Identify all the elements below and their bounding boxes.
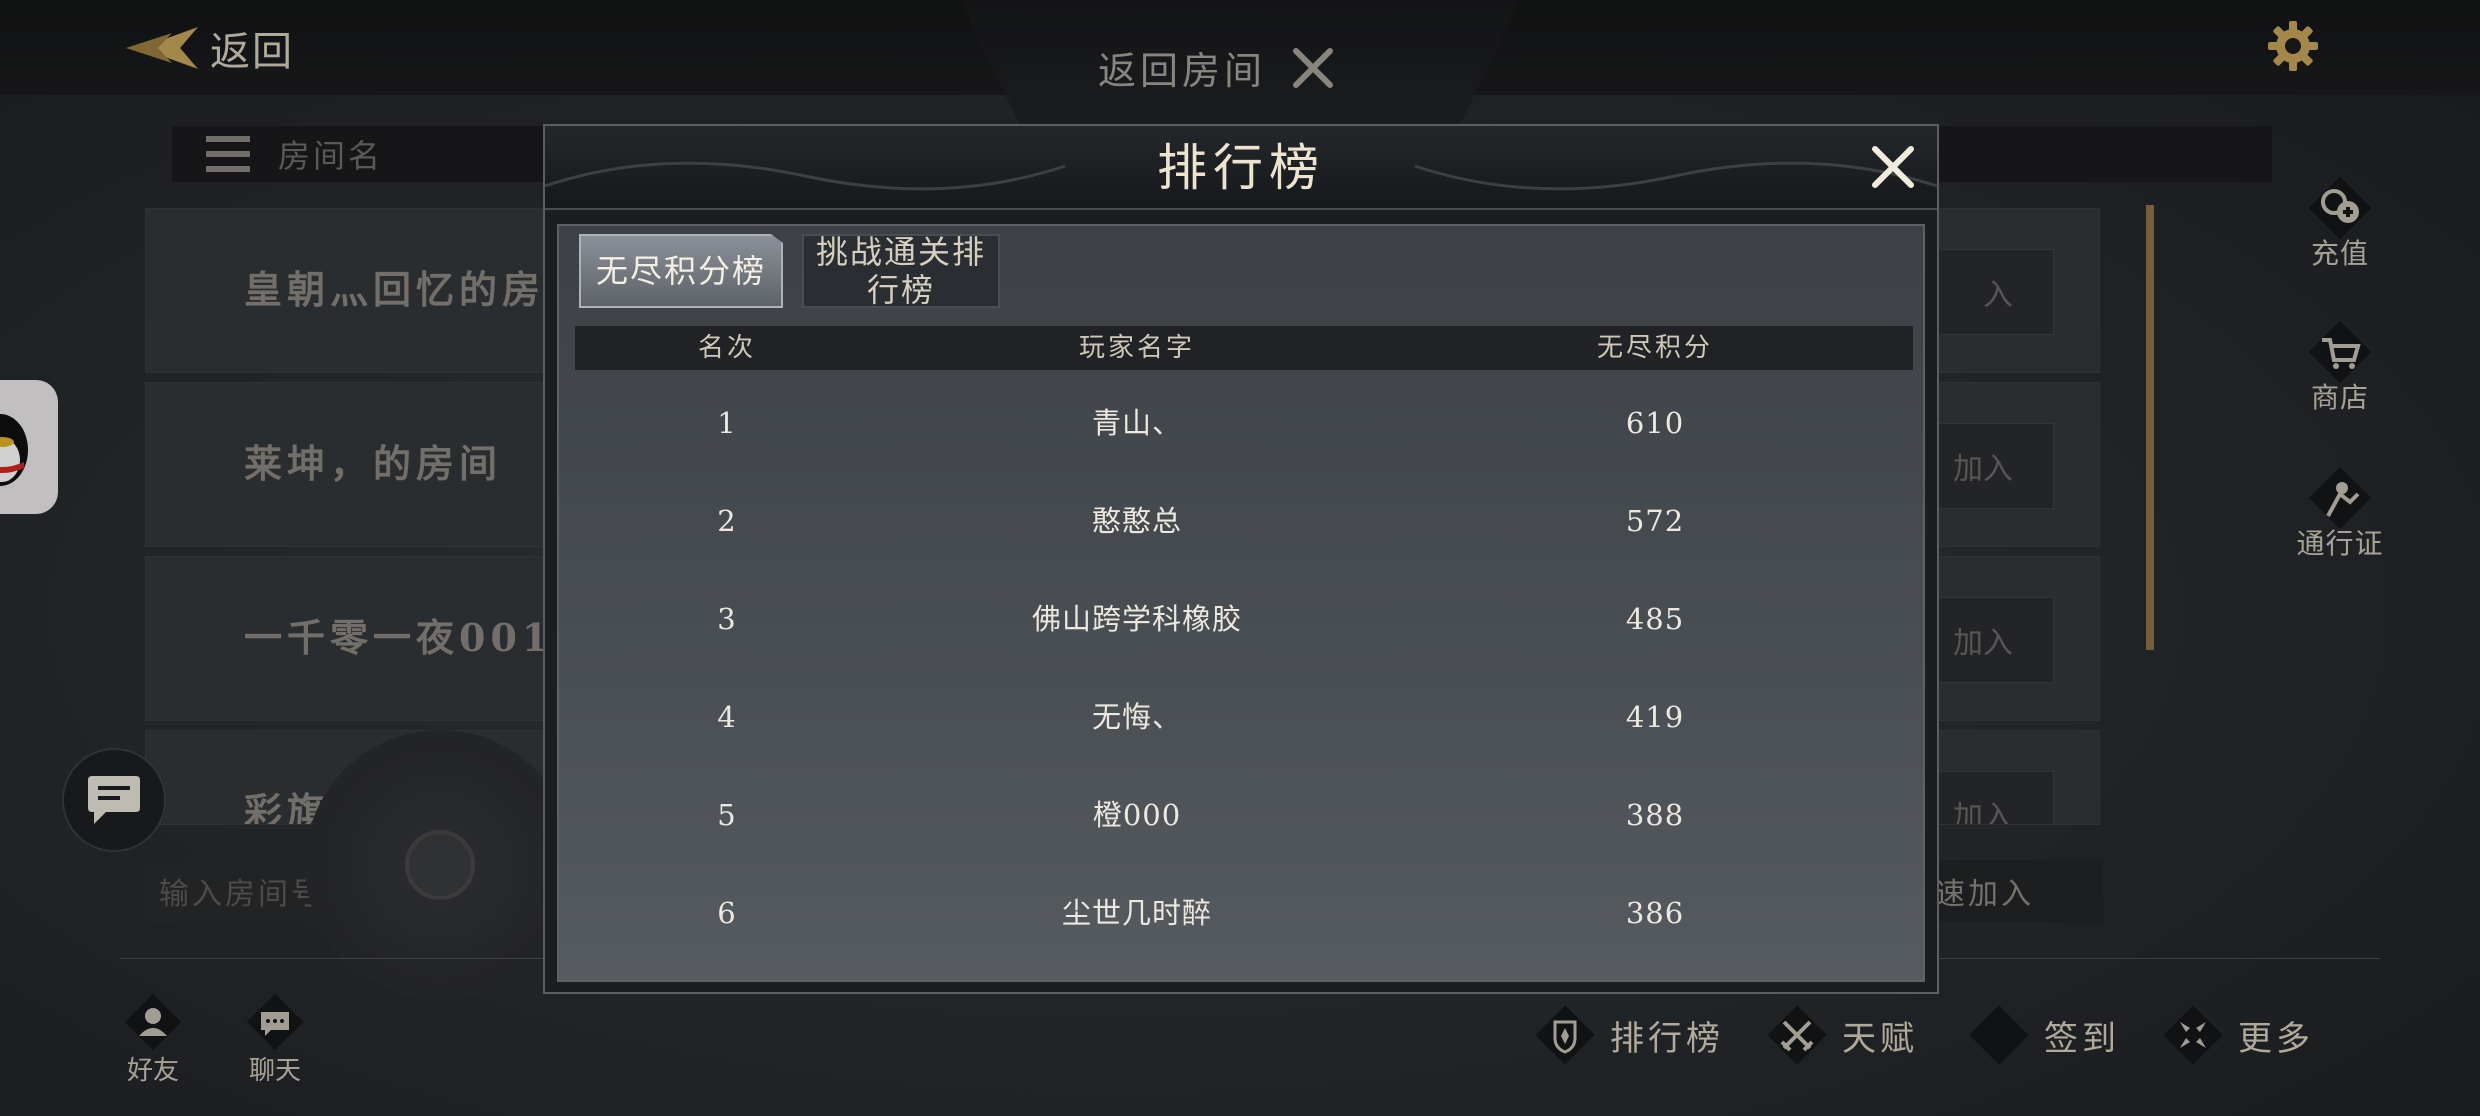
recharge-button[interactable]: 充值 (2290, 168, 2390, 272)
table-header: 名次 玩家名字 无尽积分 (575, 326, 1913, 370)
room-name: 皇朝灬回忆的房 (244, 267, 546, 312)
qq-penguin-icon[interactable] (0, 380, 58, 514)
friends-button[interactable]: 好友 (108, 990, 198, 1087)
shop-label: 商店 (2310, 381, 2369, 414)
leaderboard-shield-icon (1535, 1005, 1595, 1065)
more-label: 更多 (2238, 1018, 2314, 1059)
modal-title: 排行榜 (1157, 139, 1325, 197)
checkin-icon (1969, 1005, 2029, 1065)
rank-cell: 5 (717, 798, 737, 832)
tab-challenge-clear[interactable]: 挑战通关排行榜 (802, 233, 1000, 309)
recharge-label: 充值 (2310, 237, 2369, 270)
score-cell: 386 (1625, 896, 1685, 930)
shop-button[interactable]: 商店 (2290, 312, 2390, 416)
score-cell: 610 (1625, 406, 1685, 440)
menu-icon (206, 136, 250, 172)
rank-cell: 6 (717, 896, 737, 930)
leaderboard-label: 排行榜 (1610, 1018, 1724, 1059)
leaderboard-modal: 排行榜 无尽积分榜 挑战通关排行榜 名次 玩家名字 无尽积分 1 青山、 610… (543, 124, 1939, 994)
pass-button[interactable]: 通行证 (2280, 458, 2400, 562)
checkin-label: 签到 (2044, 1018, 2120, 1059)
player-name-cell: 青山、 (1091, 406, 1183, 440)
checkin-button[interactable]: 签到 (1962, 998, 2120, 1072)
talent-label: 天赋 (1842, 1018, 1918, 1059)
room-search-label: 房间名 (278, 137, 384, 175)
penguin-icon (0, 414, 28, 486)
column-header-player-name: 玩家名字 (1078, 333, 1196, 363)
modal-header: 排行榜 (545, 126, 1937, 210)
more-icon (2163, 1005, 2223, 1065)
virtual-joystick[interactable] (305, 730, 575, 1000)
leaderboard-button[interactable]: 排行榜 (1528, 998, 1724, 1072)
tab-endless-score[interactable]: 无尽积分榜 (579, 234, 783, 308)
score-cell: 485 (1625, 602, 1685, 636)
player-name-cell: 憨憨总 (1091, 504, 1183, 538)
table-row: 4 无悔、 419 (575, 668, 1913, 766)
table-row: 5 橙000 388 (575, 766, 1913, 864)
crossed-swords-icon (1767, 1005, 1827, 1065)
score-cell: 572 (1625, 504, 1685, 538)
room-name: 莱坤，的房间 (244, 441, 503, 486)
score-cell: 419 (1625, 700, 1685, 734)
player-name-cell: 无悔、 (1091, 700, 1183, 734)
chat-bubble-icon (88, 776, 140, 824)
close-icon[interactable] (1869, 143, 1917, 191)
rank-cell: 4 (717, 700, 737, 734)
table-row: 6 尘世几时醉 386 (575, 864, 1913, 962)
player-name-cell: 佛山跨学科橡胶 (1031, 602, 1243, 636)
column-header-rank: 名次 (697, 333, 757, 363)
table-row: 3 佛山跨学科橡胶 485 (575, 570, 1913, 668)
player-name-cell: 橙000 (1092, 798, 1182, 832)
chat-button[interactable]: 聊天 (230, 990, 320, 1087)
room-list-scrollbar[interactable] (2146, 205, 2154, 650)
rank-cell: 3 (717, 602, 737, 636)
rank-cell: 1 (717, 406, 737, 440)
pass-label: 通行证 (2296, 527, 2384, 560)
player-name-cell: 尘世几时醉 (1061, 896, 1213, 930)
more-button[interactable]: 更多 (2156, 998, 2314, 1072)
table-row: 2 憨憨总 572 (575, 472, 1913, 570)
score-cell: 388 (1625, 798, 1685, 832)
modal-body: 无尽积分榜 挑战通关排行榜 名次 玩家名字 无尽积分 1 青山、 610 2 憨… (557, 224, 1925, 982)
rank-cell: 2 (717, 504, 737, 538)
chat-bubble-button[interactable] (62, 748, 166, 852)
joystick-knob[interactable] (405, 830, 475, 900)
talent-button[interactable]: 天赋 (1760, 998, 1918, 1072)
column-header-score: 无尽积分 (1596, 333, 1714, 363)
table-row: 1 青山、 610 (575, 374, 1913, 472)
